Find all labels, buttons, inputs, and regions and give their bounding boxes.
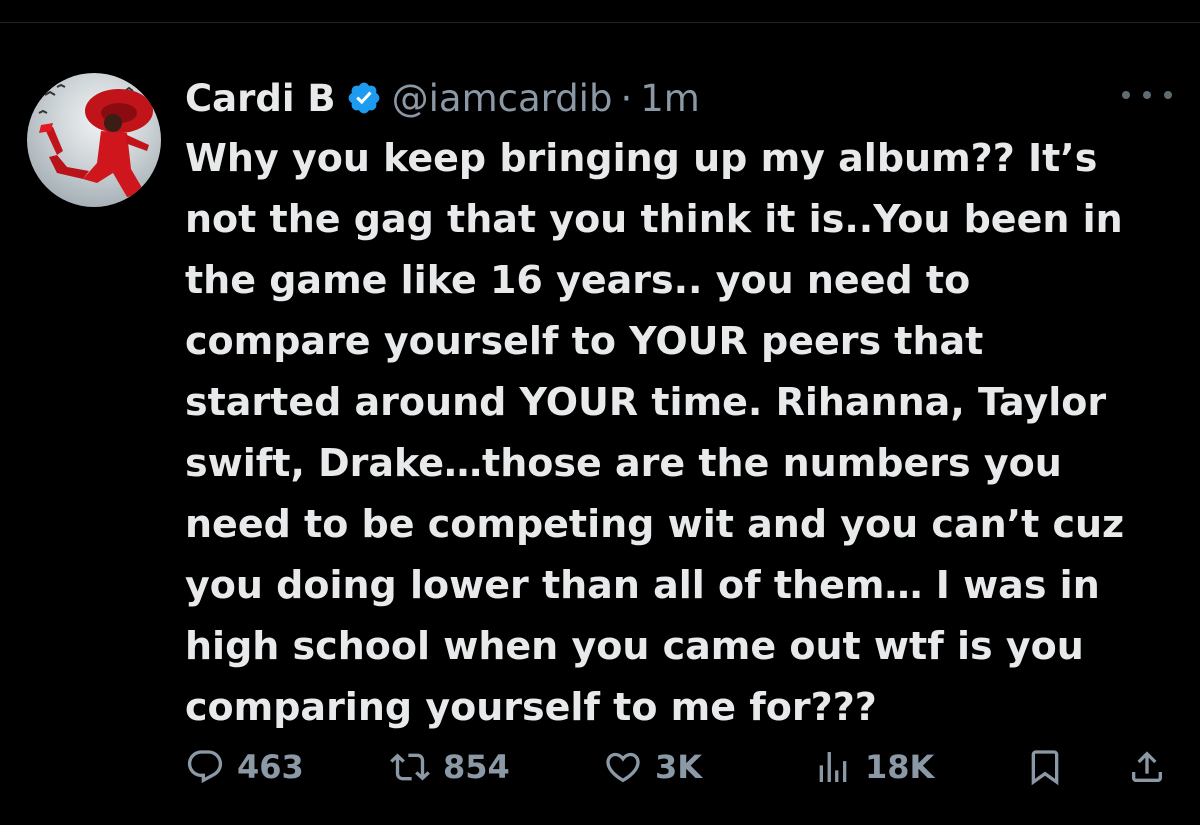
tweet-text-line: swift, Drake…those are the numbers you [185,441,1062,485]
bookmark-button[interactable] [1025,742,1077,792]
more-icon[interactable] [1122,80,1172,110]
avatar-image [38,83,153,197]
views-button[interactable]: 18K [813,742,934,792]
tweet[interactable]: Cardi B @iamcardib · 1m Why you keep bri… [0,0,1200,825]
repost-icon [390,753,430,781]
heart-icon [606,752,640,783]
display-name[interactable]: Cardi B [185,77,336,120]
tweet-text-line: the game like 16 years.. you need to [185,258,971,302]
more-dot [1143,91,1151,99]
tweet-header: Cardi B @iamcardib · 1m [185,70,700,126]
views-icon [819,752,847,782]
tweet-text-line: high school when you came out wtf is you [185,624,1084,668]
tweet-text-line: comparing yourself to me for??? [185,685,877,729]
views-count: 18K [865,748,935,786]
avatar[interactable] [27,73,161,207]
repost-count: 854 [443,748,510,786]
tweet-text: Why you keep bringing up my album?? It’s… [185,128,1175,738]
share-button[interactable] [1127,742,1179,792]
reply-icon [187,750,223,784]
handle[interactable]: @iamcardib [392,77,613,120]
tweet-text-line: Why you keep bringing up my album?? It’s [185,136,1098,180]
like-count: 3K [655,748,703,786]
like-button[interactable]: 3K [603,742,702,792]
action-bar: 463 854 3K 18K [185,742,1175,792]
timestamp[interactable]: 1m [640,77,700,120]
more-dot [1122,91,1130,99]
tweet-text-line: you doing lower than all of them… I was … [185,563,1100,607]
more-dot [1164,91,1172,99]
share-icon [1132,751,1162,782]
tweet-text-line: need to be competing wit and you can’t c… [185,502,1125,546]
bookmark-icon [1031,750,1059,786]
tweet-text-line: compare yourself to YOUR peers that [185,319,984,363]
reply-button[interactable]: 463 [185,742,304,792]
reply-count: 463 [237,748,304,786]
tweet-text-line: not the gag that you think it is..You be… [185,197,1123,241]
repost-button[interactable]: 854 [389,742,510,792]
separator-dot: · [620,76,633,120]
tweet-text-line: started around YOUR time. Rihanna, Taylo… [185,380,1107,424]
verified-badge-icon [346,80,382,116]
